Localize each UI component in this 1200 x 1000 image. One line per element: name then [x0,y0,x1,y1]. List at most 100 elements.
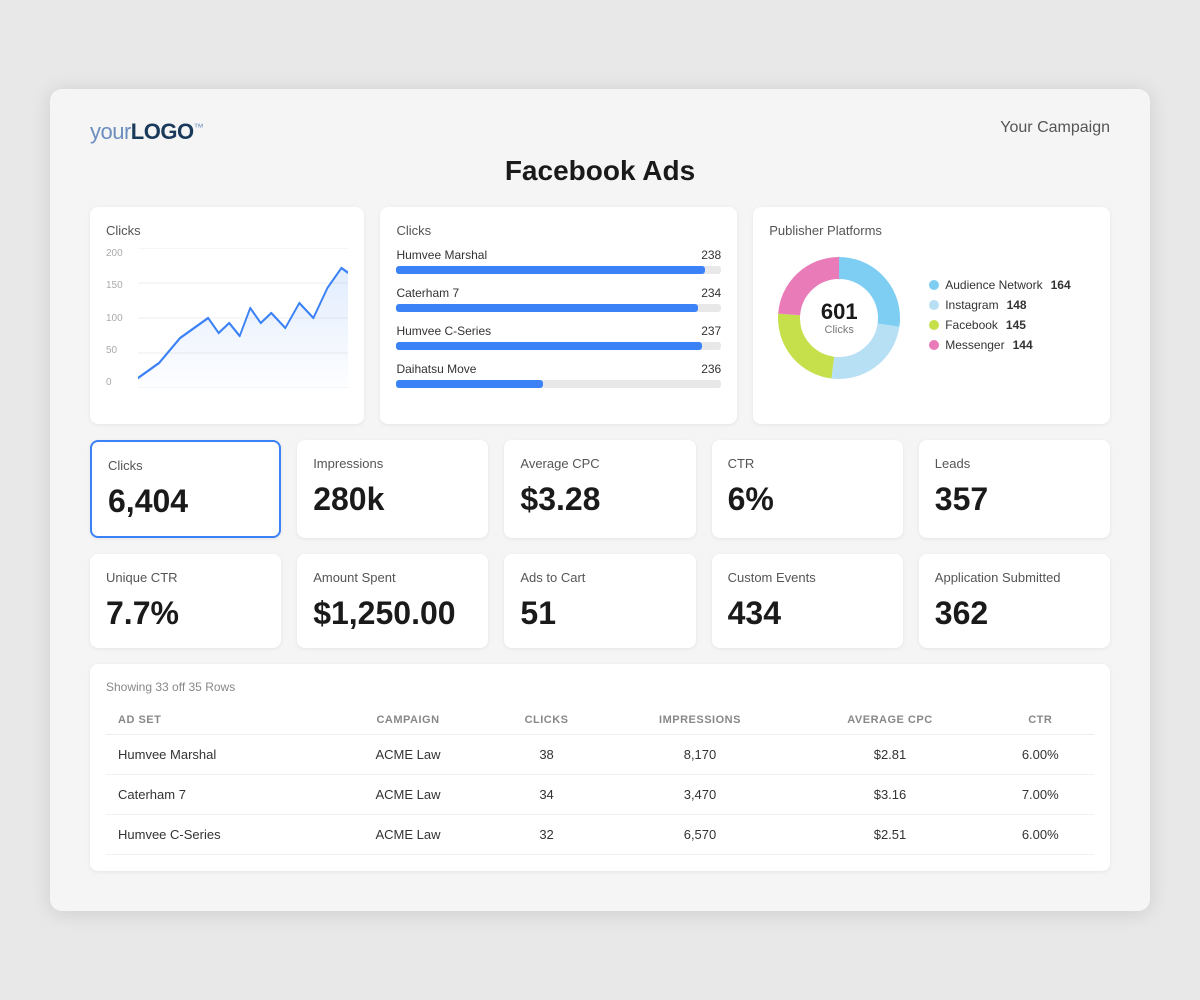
donut-center-label: Clicks [821,324,858,336]
table-cell: ACME Law [329,815,486,855]
legend-label: Audience Network [945,278,1042,292]
table-cell: $2.51 [793,815,986,855]
table-meta: Showing 33 off 35 Rows [106,680,1094,694]
bar-header: Humvee Marshal 238 [396,248,721,262]
bar-chart-title: Clicks [396,223,721,238]
metric-label: Leads [935,456,1094,471]
metric-card-unique-ctr: Unique CTR 7.7% [90,554,281,648]
bar-item: Caterham 7 234 [396,286,721,312]
table-cell: Humvee Marshal [106,735,329,775]
campaign-label: Your Campaign [1000,119,1110,137]
table-col-header: CAMPAIGN [329,706,486,735]
bar-value: 236 [701,362,721,376]
table-head: AD SETCAMPAIGNCLICKSIMPRESSIONSAVERAGE C… [106,706,1094,735]
table-row: Humvee C-SeriesACME Law326,570$2.516.00% [106,815,1094,855]
bar-fill [396,342,701,350]
bar-fill [396,266,705,274]
table-col-header: IMPRESSIONS [607,706,794,735]
metric-value: 6% [728,481,887,518]
table-cell: 34 [487,775,607,815]
donut-legend: Audience Network 164 Instagram 148 Faceb… [929,278,1094,358]
legend-dot [929,340,939,350]
bar-track [396,266,721,274]
metric-value: 51 [520,595,679,632]
table-col-header: CTR [987,706,1094,735]
metric-value: 434 [728,595,887,632]
header: yourLOGO™ Your Campaign [90,119,1110,145]
metric-card-impressions: Impressions 280k [297,440,488,538]
table-cell: 6,570 [607,815,794,855]
bar-item: Humvee C-Series 237 [396,324,721,350]
metric-label: Ads to Cart [520,570,679,585]
bar-fill [396,304,698,312]
bar-track [396,342,721,350]
donut-section: 601 Clicks Audience Network 164 Instagra… [769,248,1094,388]
legend-dot [929,300,939,310]
bar-label: Daihatsu Move [396,362,476,376]
y-200: 200 [106,248,134,259]
metric-card-ctr: CTR 6% [712,440,903,538]
table-cell: 38 [487,735,607,775]
table-cell: 6.00% [987,735,1094,775]
line-chart-title: Clicks [106,223,348,238]
y-100: 100 [106,313,134,324]
table-cell: 8,170 [607,735,794,775]
metrics-row-1: Clicks 6,404 Impressions 280k Average CP… [90,440,1110,538]
bar-label: Humvee C-Series [396,324,491,338]
legend-label: Instagram [945,298,998,312]
legend-value: 145 [1006,318,1026,332]
metric-value: 7.7% [106,595,265,632]
legend-value: 148 [1007,298,1027,312]
y-150: 150 [106,280,134,291]
table-cell: ACME Law [329,775,486,815]
metric-value: 362 [935,595,1094,632]
donut-chart-title: Publisher Platforms [769,223,1094,238]
metric-card-ads-cart: Ads to Cart 51 [504,554,695,648]
metric-label: CTR [728,456,887,471]
metric-label: Application Submitted [935,570,1094,585]
table-col-header: CLICKS [487,706,607,735]
logo: yourLOGO™ [90,119,203,145]
metric-card-avg-cpc: Average CPC $3.28 [504,440,695,538]
bar-item: Humvee Marshal 238 [396,248,721,274]
legend-label: Messenger [945,338,1004,352]
bar-header: Caterham 7 234 [396,286,721,300]
metrics-row-2: Unique CTR 7.7% Amount Spent $1,250.00 A… [90,554,1110,648]
bar-value: 237 [701,324,721,338]
chart-svg-area [138,248,348,388]
table-col-header: AD SET [106,706,329,735]
bar-value: 238 [701,248,721,262]
legend-value: 144 [1013,338,1033,352]
metric-card-clicks: Clicks 6,404 [90,440,281,538]
metric-value: 6,404 [108,483,263,520]
table-cell: Caterham 7 [106,775,329,815]
logo-bold: LOGO [131,119,194,144]
table-cell: $2.81 [793,735,986,775]
line-chart-container: 200 150 100 50 0 [106,248,348,408]
legend-dot [929,280,939,290]
bar-header: Humvee C-Series 237 [396,324,721,338]
y-0: 0 [106,377,134,388]
legend-item: Messenger 144 [929,338,1094,352]
metric-card-app-submitted: Application Submitted 362 [919,554,1110,648]
bar-track [396,304,721,312]
bar-value: 234 [701,286,721,300]
y-axis: 200 150 100 50 0 [106,248,134,388]
donut-center: 601 Clicks [821,300,858,336]
legend-dot [929,320,939,330]
table-cell: 3,470 [607,775,794,815]
logo-tm: ™ [194,123,204,134]
metric-label: Clicks [108,458,263,473]
metric-value: $3.28 [520,481,679,518]
metric-value: 280k [313,481,472,518]
table-row: Caterham 7ACME Law343,470$3.167.00% [106,775,1094,815]
donut-wrapper: 601 Clicks [769,248,909,388]
bar-header: Daihatsu Move 236 [396,362,721,376]
metric-value: 357 [935,481,1094,518]
legend-label: Facebook [945,318,998,332]
table-cell: 7.00% [987,775,1094,815]
table-col-header: AVERAGE CPC [793,706,986,735]
bar-chart-card: Clicks Humvee Marshal 238 Caterham 7 234… [380,207,737,424]
metric-label: Impressions [313,456,472,471]
donut-center-number: 601 [821,300,858,324]
